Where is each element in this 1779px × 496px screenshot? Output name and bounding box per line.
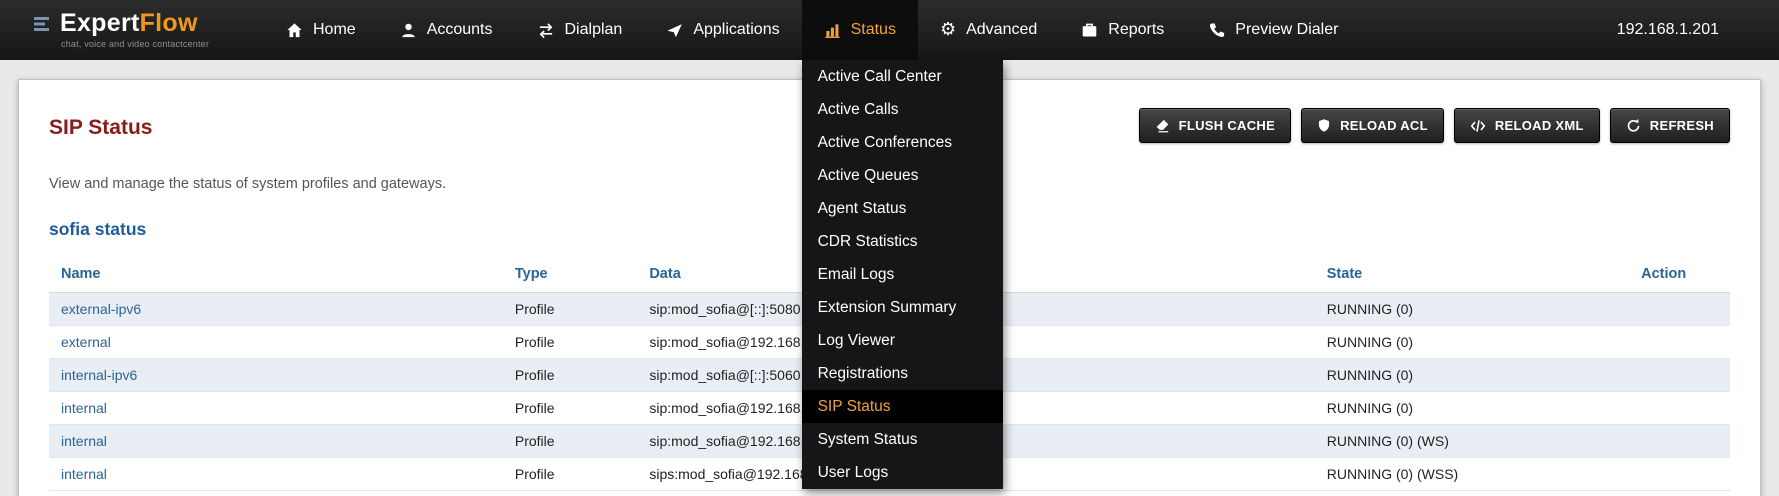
nav-item-advanced[interactable]: ⚙ Advanced <box>918 0 1059 60</box>
reload-xml-button[interactable]: RELOAD XML <box>1454 108 1600 143</box>
profile-link[interactable]: internal <box>61 433 107 449</box>
home-icon <box>286 22 303 39</box>
status-menu-item-cdr-statistics[interactable]: CDR Statistics <box>802 225 1003 258</box>
refresh-button[interactable]: REFRESH <box>1610 108 1730 143</box>
nav-item-label: Accounts <box>427 21 493 39</box>
status-menu-item-user-logs[interactable]: User Logs <box>802 456 1003 489</box>
profile-action <box>1629 326 1730 359</box>
briefcase-icon <box>1081 22 1098 39</box>
expertflow-logo-icon <box>34 16 53 32</box>
nav-item-label: Dialplan <box>565 21 623 39</box>
phone-icon <box>1208 22 1225 39</box>
status-menu-item-extension-summary[interactable]: Extension Summary <box>802 291 1003 324</box>
profile-state: RUNNING (0) <box>1315 359 1629 392</box>
profile-state: RUNNING (0) <box>1315 326 1629 359</box>
reload-acl-button[interactable]: RELOAD ACL <box>1301 108 1444 143</box>
main-nav: Home Accounts Dialplan Applications <box>264 0 1360 60</box>
gear-icon: ⚙ <box>940 21 956 39</box>
profile-state: RUNNING (0) <box>1315 293 1629 326</box>
nav-item-label: Reports <box>1108 21 1164 39</box>
nav-item-preview-dialer[interactable]: Preview Dialer <box>1186 0 1360 60</box>
profile-link[interactable]: external-ipv6 <box>61 301 141 317</box>
profile-type: Profile <box>503 359 637 392</box>
profile-type: Profile <box>503 458 637 491</box>
button-label: REFRESH <box>1650 118 1714 133</box>
nav-item-label: Status <box>851 21 896 39</box>
server-ip: 192.168.1.201 <box>1617 21 1719 39</box>
shield-icon <box>1317 118 1331 133</box>
profile-action <box>1629 359 1730 392</box>
profile-action <box>1629 293 1730 326</box>
profile-link[interactable]: internal-ipv6 <box>61 367 137 383</box>
button-label: RELOAD ACL <box>1340 118 1428 133</box>
column-header-type: Type <box>503 256 637 293</box>
profile-type: Profile <box>503 293 637 326</box>
page-title: SIP Status <box>49 116 152 140</box>
status-menu-item-email-logs[interactable]: Email Logs <box>802 258 1003 291</box>
code-icon <box>1470 119 1486 133</box>
refresh-icon <box>1626 118 1641 133</box>
profile-action <box>1629 425 1730 458</box>
profile-link[interactable]: external <box>61 334 111 350</box>
column-header-state: State <box>1315 256 1629 293</box>
profile-type: Profile <box>503 326 637 359</box>
user-icon <box>400 22 417 39</box>
profile-action <box>1629 458 1730 491</box>
top-navbar: ExpertFlow chat, voice and video contact… <box>0 0 1779 60</box>
profile-link[interactable]: internal <box>61 400 107 416</box>
brand-tagline: chat, voice and video contactcenter <box>61 40 230 49</box>
dialplan-arrows-icon <box>537 22 555 39</box>
paper-plane-icon <box>666 22 683 39</box>
button-label: FLUSH CACHE <box>1179 118 1275 133</box>
status-menu-item-sip-status[interactable]: SIP Status <box>802 390 1003 423</box>
nav-item-label: Preview Dialer <box>1235 21 1338 39</box>
nav-item-applications[interactable]: Applications <box>644 0 801 60</box>
nav-item-accounts[interactable]: Accounts <box>378 0 515 60</box>
toolbar: FLUSH CACHE RELOAD ACL RELOAD XML <box>1139 108 1730 143</box>
flush-cache-button[interactable]: FLUSH CACHE <box>1139 108 1291 143</box>
nav-item-home[interactable]: Home <box>264 0 378 60</box>
status-menu-item-agent-status[interactable]: Agent Status <box>802 192 1003 225</box>
profile-type: Profile <box>503 425 637 458</box>
column-header-name: Name <box>49 256 503 293</box>
nav-item-label: Applications <box>693 21 779 39</box>
status-menu-item-active-conferences[interactable]: Active Conferences <box>802 126 1003 159</box>
nav-item-dialplan[interactable]: Dialplan <box>515 0 645 60</box>
column-header-action: Action <box>1629 256 1730 293</box>
profile-link[interactable]: internal <box>61 466 107 482</box>
nav-item-label: Home <box>313 21 356 39</box>
app-screen: ExpertFlow chat, voice and video contact… <box>0 0 1779 496</box>
status-dropdown-menu: Active Call Center Active Calls Active C… <box>802 60 1003 489</box>
nav-item-label: Advanced <box>966 21 1037 39</box>
status-menu-item-registrations[interactable]: Registrations <box>802 357 1003 390</box>
status-menu-item-active-queues[interactable]: Active Queues <box>802 159 1003 192</box>
nav-item-status[interactable]: Status Active Call Center Active Calls A… <box>802 0 918 60</box>
nav-item-reports[interactable]: Reports <box>1059 0 1186 60</box>
status-menu-item-active-calls[interactable]: Active Calls <box>802 93 1003 126</box>
button-label: RELOAD XML <box>1495 118 1584 133</box>
profile-type: Profile <box>503 392 637 425</box>
expertflow-logo: ExpertFlow chat, voice and video contact… <box>34 11 230 49</box>
profile-state: RUNNING (0) (WSS) <box>1315 458 1629 491</box>
bar-chart-icon <box>824 22 841 39</box>
brand-name: ExpertFlow <box>60 11 198 36</box>
profile-action <box>1629 392 1730 425</box>
status-menu-item-active-call-center[interactable]: Active Call Center <box>802 60 1003 93</box>
status-menu-item-log-viewer[interactable]: Log Viewer <box>802 324 1003 357</box>
profile-state: RUNNING (0) <box>1315 392 1629 425</box>
eraser-icon <box>1155 118 1170 133</box>
status-menu-item-system-status[interactable]: System Status <box>802 423 1003 456</box>
profile-state: RUNNING (0) (WS) <box>1315 425 1629 458</box>
